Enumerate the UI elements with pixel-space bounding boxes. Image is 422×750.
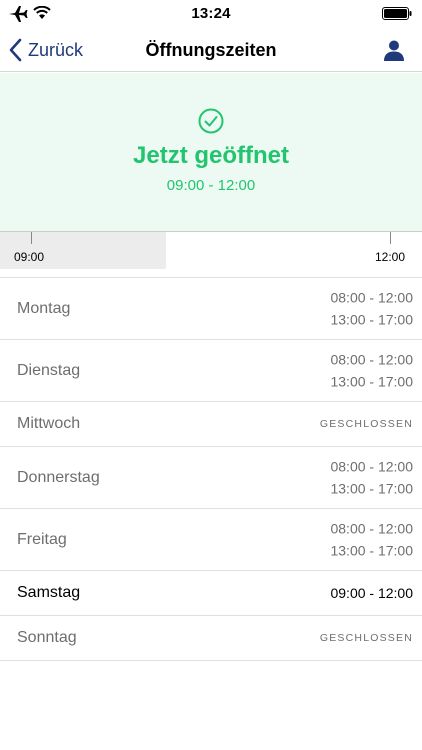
hours-slot: 13:00 - 17:00 — [330, 311, 413, 328]
day-name: Samstag — [17, 584, 81, 601]
day-name: Donnerstag — [17, 468, 100, 486]
hours-slot: 08:00 - 12:00 — [330, 458, 413, 474]
open-status-title: Jetzt geöffnet — [133, 142, 289, 169]
hours-slot: 08:00 - 12:00 — [330, 289, 413, 305]
hours-slot: 13:00 - 17:00 — [330, 480, 413, 497]
day-row-donnerstag: Donnerstag 08:00 - 12:00 13:00 - 17:00 — [0, 447, 422, 509]
day-name: Dienstag — [17, 361, 81, 379]
timeline-end-tick — [390, 232, 391, 244]
day-hours: 08:00 - 12:00 13:00 - 17:00 — [330, 455, 413, 500]
opening-hours-list: Montag 08:00 - 12:00 13:00 - 17:00 Diens… — [0, 277, 422, 661]
day-hours: 08:00 - 12:00 13:00 - 17:00 — [330, 286, 413, 331]
day-row-sonntag: Sonntag GESCHLOSSEN — [0, 616, 422, 661]
status-bar: 13:24 — [0, 0, 422, 28]
day-row-dienstag: Dienstag 08:00 - 12:00 13:00 - 17:00 — [0, 340, 422, 402]
day-hours: 08:00 - 12:00 13:00 - 17:00 — [330, 517, 413, 562]
hours-slot: 09:00 - 12:00 — [330, 584, 413, 601]
hours-slot: 08:00 - 12:00 — [330, 520, 413, 536]
day-hours: 09:00 - 12:00 — [330, 582, 413, 605]
hours-slot: 13:00 - 17:00 — [330, 373, 413, 390]
closed-label: GESCHLOSSEN — [319, 418, 413, 430]
day-row-samstag: Samstag 09:00 - 12:00 — [0, 571, 422, 616]
day-hours: 08:00 - 12:00 13:00 - 17:00 — [330, 348, 413, 393]
day-name: Montag — [17, 299, 71, 317]
timeline-end-label: 12:00 — [375, 250, 406, 264]
closed-label: GESCHLOSSEN — [319, 632, 413, 644]
user-icon[interactable] — [382, 38, 406, 62]
chevron-left-icon — [9, 38, 22, 62]
back-button[interactable]: Zurück — [8, 36, 83, 64]
timeline-start-tick — [31, 232, 32, 244]
open-status-panel: Jetzt geöffnet 09:00 - 12:00 — [0, 73, 422, 232]
hours-slot: 08:00 - 12:00 — [330, 351, 413, 367]
day-name: Mittwoch — [17, 415, 81, 432]
open-status-hours: 09:00 - 12:00 — [166, 177, 256, 194]
day-row-montag: Montag 08:00 - 12:00 13:00 - 17:00 — [0, 278, 422, 340]
back-button-label: Zurück — [28, 39, 84, 60]
day-row-mittwoch: Mittwoch GESCHLOSSEN — [0, 402, 422, 447]
status-time: 13:24 — [191, 5, 231, 22]
day-name: Sonntag — [17, 629, 77, 646]
timeline-start-label: 09:00 — [14, 250, 45, 264]
check-circle-icon — [198, 108, 224, 134]
battery-icon — [382, 7, 412, 20]
hours-slot: 13:00 - 17:00 — [330, 542, 413, 559]
day-name: Freitag — [17, 530, 67, 548]
opening-timeline: 09:00 12:00 — [0, 232, 422, 269]
day-row-freitag: Freitag 08:00 - 12:00 13:00 - 17:00 — [0, 509, 422, 571]
navigation-bar: Zurück Öffnungszeiten — [0, 28, 422, 72]
